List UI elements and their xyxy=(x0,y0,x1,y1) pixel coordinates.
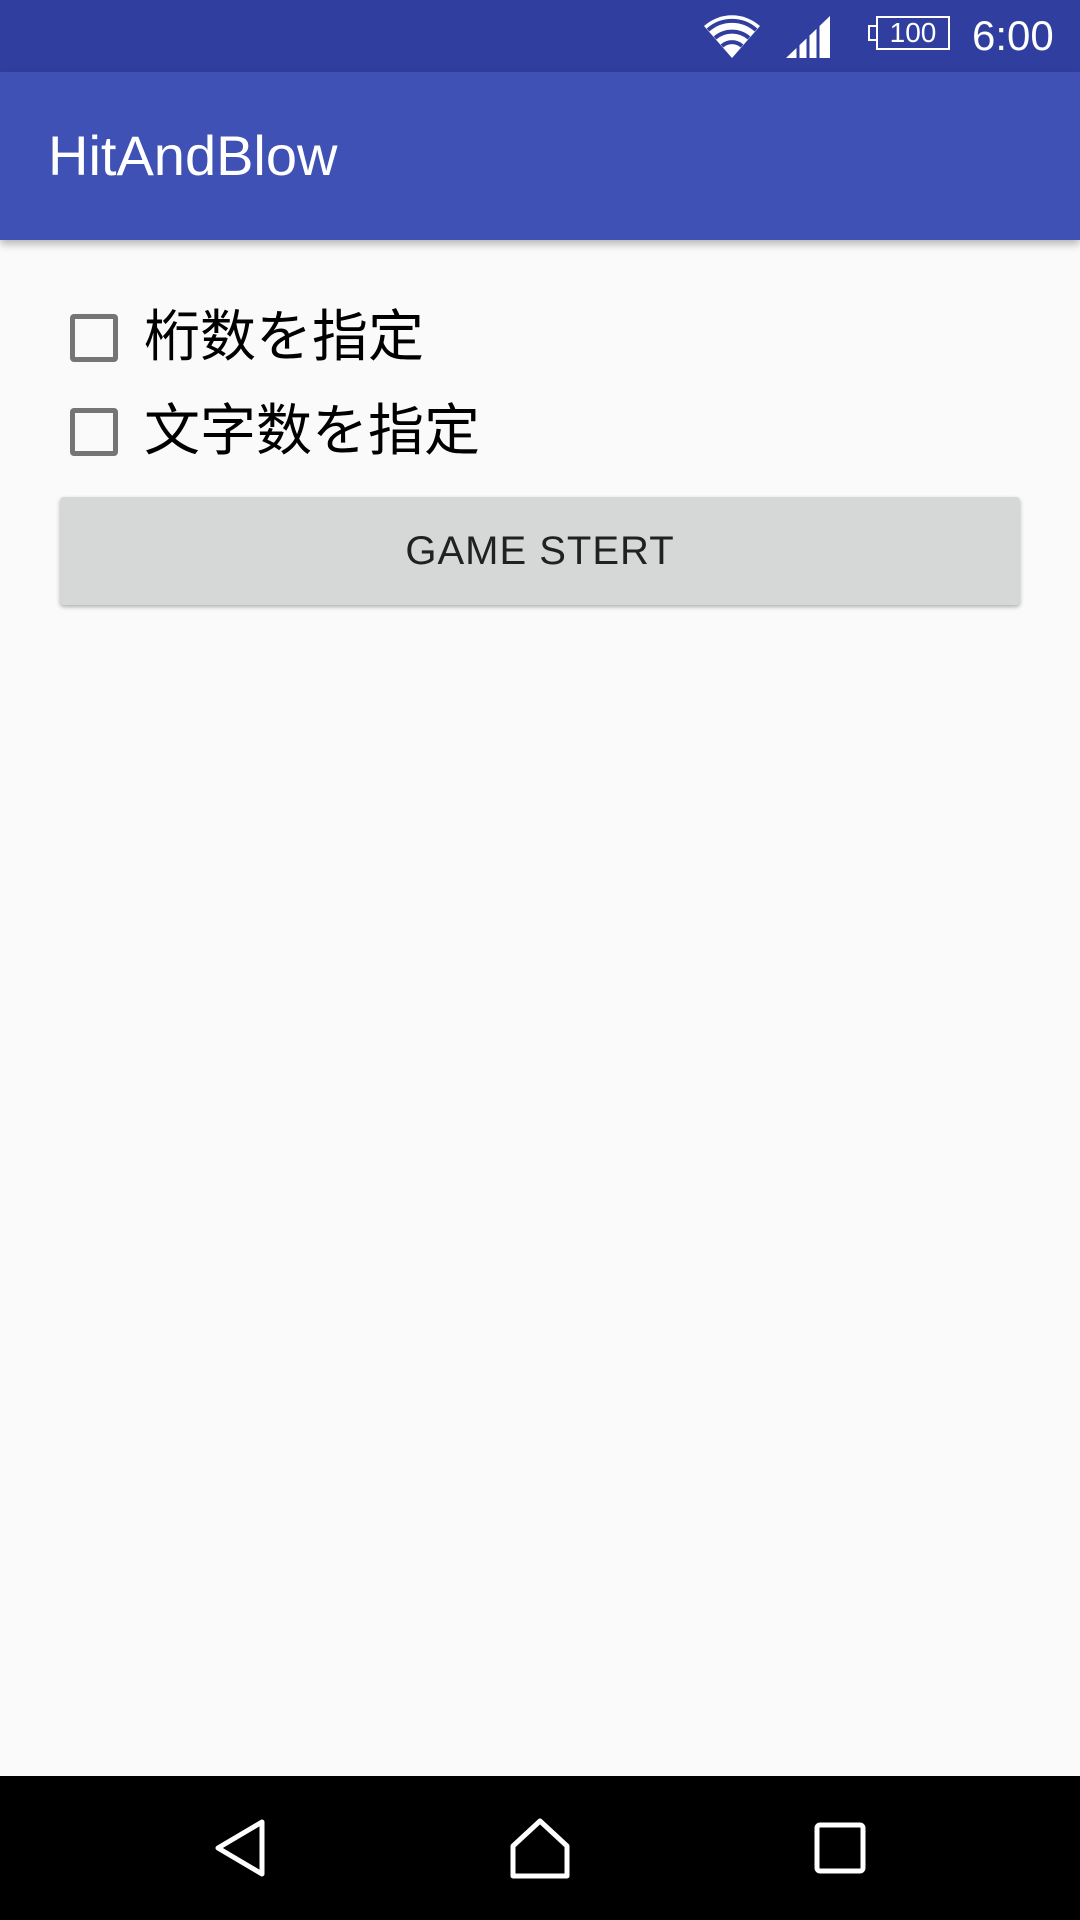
nav-back-button[interactable] xyxy=(190,1798,290,1898)
app-title: HitAndBlow xyxy=(48,124,338,187)
navigation-bar xyxy=(0,1776,1080,1920)
recents-icon xyxy=(814,1822,866,1874)
battery-icon: 100 xyxy=(868,16,952,54)
wifi-icon xyxy=(704,15,760,58)
battery-terminal xyxy=(868,25,876,41)
nav-recents-button[interactable] xyxy=(790,1798,890,1898)
app-bar: HitAndBlow xyxy=(0,72,1080,240)
app-screen: 100 6:00 HitAndBlow 桁数を指定 文字数を指定 GAME ST… xyxy=(0,0,1080,1920)
checkbox-unchecked-icon[interactable] xyxy=(70,408,118,456)
nav-home-button[interactable] xyxy=(490,1798,590,1898)
checkbox-label-digits: 桁数を指定 xyxy=(144,305,424,370)
home-icon xyxy=(510,1818,570,1879)
battery-level: 100 xyxy=(889,17,937,48)
back-icon xyxy=(215,1819,265,1877)
game-start-button[interactable]: GAME STERT xyxy=(60,497,1020,605)
status-bar: 100 6:00 xyxy=(0,0,1080,72)
status-clock: 6:00 xyxy=(972,12,1054,59)
checkbox-label-characters: 文字数を指定 xyxy=(144,399,480,464)
checkbox-unchecked-icon[interactable] xyxy=(70,314,118,362)
checkbox-specify-digits[interactable]: 桁数を指定 xyxy=(54,290,424,386)
signal-icon xyxy=(786,16,830,58)
checkbox-specify-characters[interactable]: 文字数を指定 xyxy=(54,384,480,480)
